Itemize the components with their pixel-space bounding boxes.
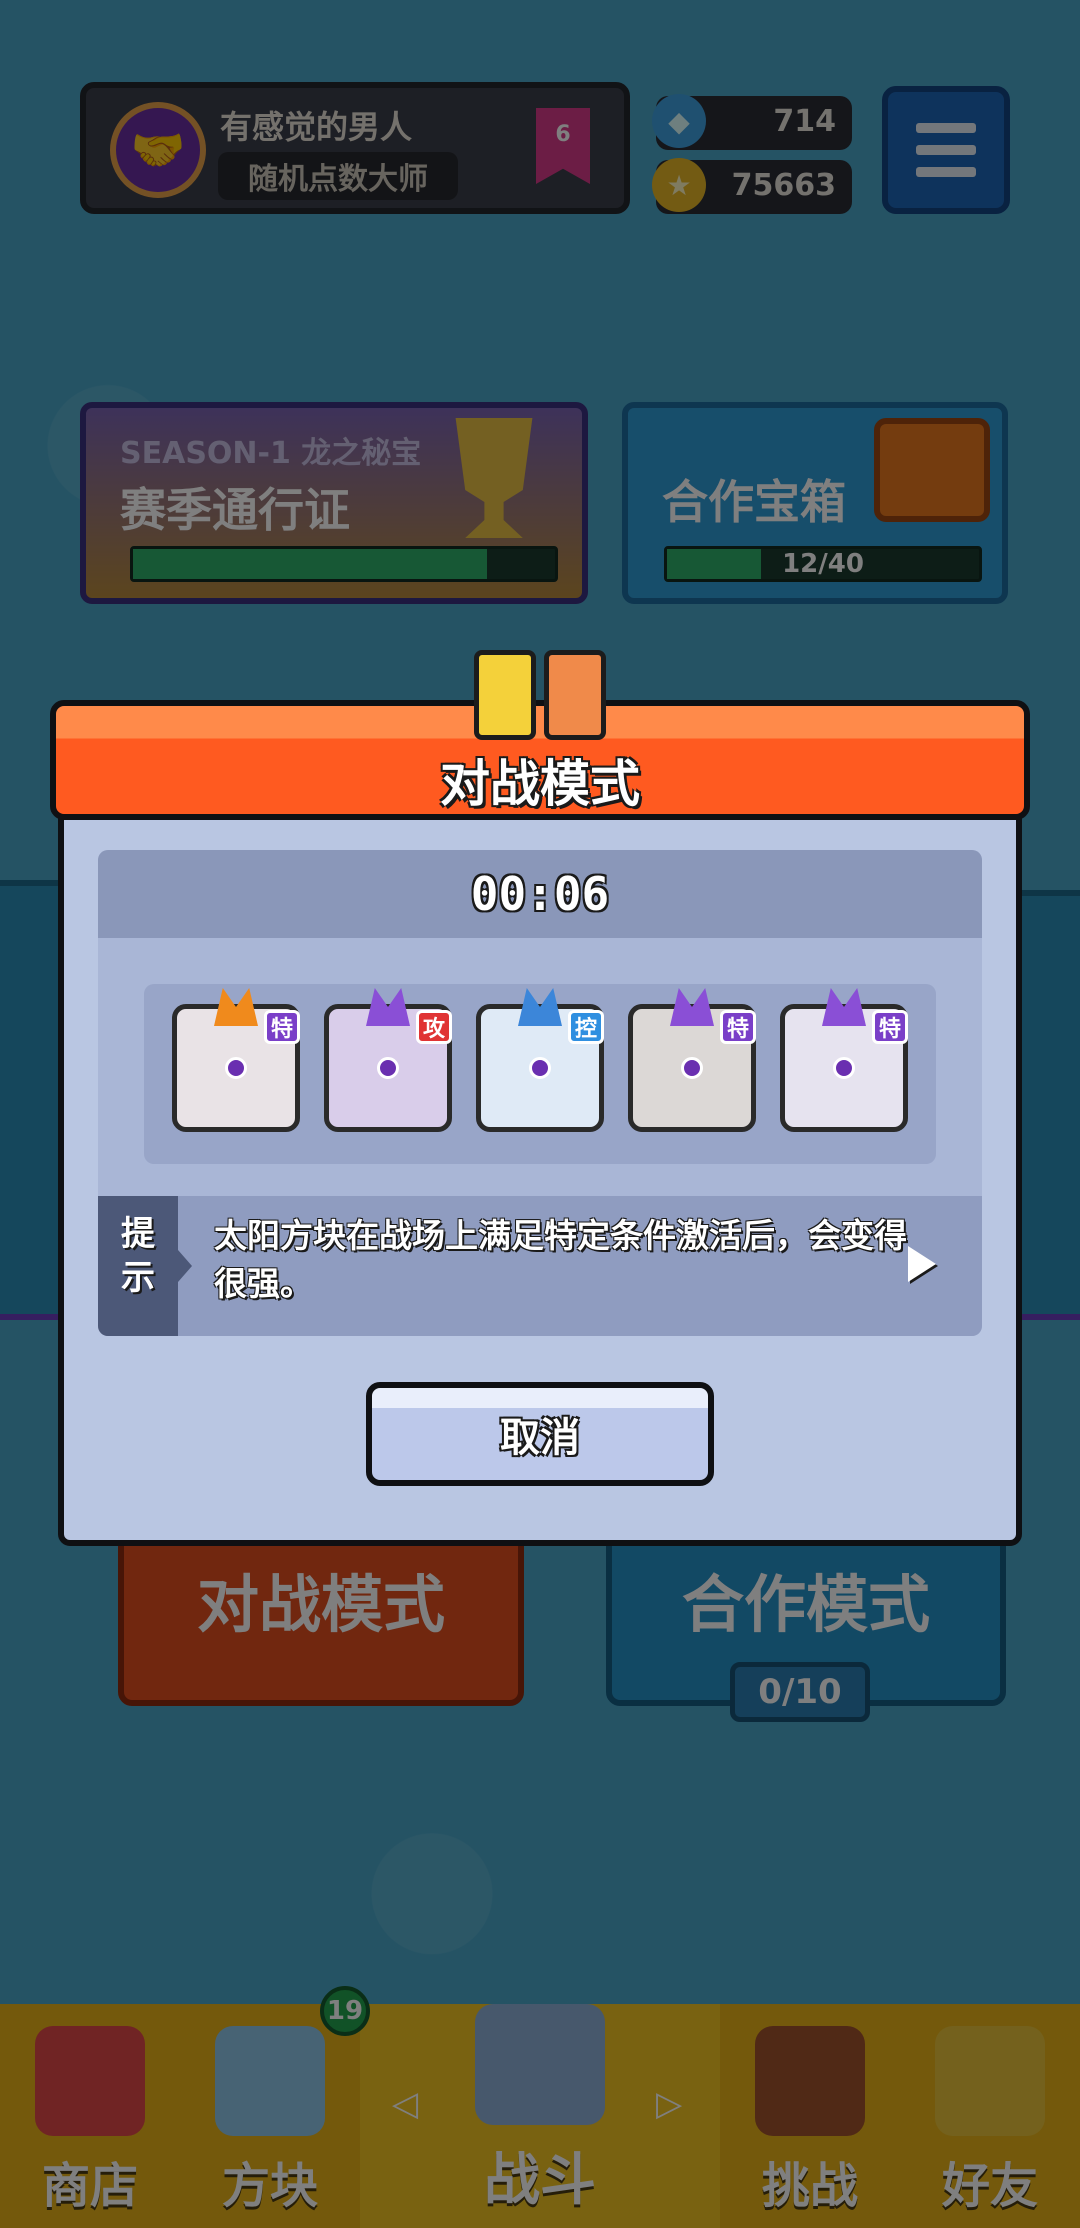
dialog-title: 对战模式 [440,755,640,813]
yellow-mascot-icon [474,650,536,740]
die-type-tag: 控 [568,1010,604,1044]
match-timer: 00:06 [98,850,982,938]
die-type-tag: 特 [720,1010,756,1044]
cancel-button[interactable]: 取消 [366,1382,714,1486]
die-type-tag: 攻 [416,1010,452,1044]
die-pip [833,1057,855,1079]
next-tip-icon[interactable] [908,1246,936,1282]
tip-label-pointer [178,1250,192,1282]
tip-text: 太阳方块在战场上满足特定条件激活后，会变得很强。 [214,1216,907,1303]
orange-mascot-icon [544,650,606,740]
die-type-tag: 特 [872,1010,908,1044]
tip-label: 提示 [121,1214,155,1298]
die-pip [529,1057,551,1079]
die-type-tag: 特 [264,1010,300,1044]
die-pip [225,1057,247,1079]
die-pip [681,1057,703,1079]
die-pip [377,1057,399,1079]
